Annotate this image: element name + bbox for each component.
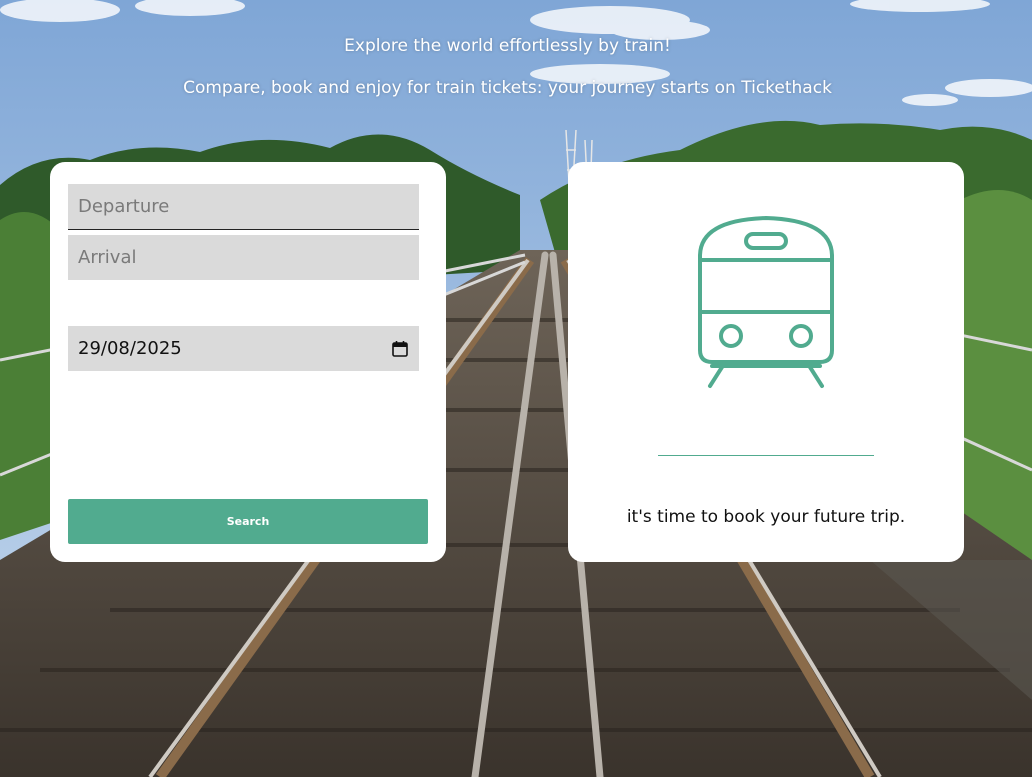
search-card: 29/08/2025 Search xyxy=(50,162,446,562)
calendar-icon[interactable] xyxy=(391,340,409,358)
date-value: 29/08/2025 xyxy=(78,338,182,359)
search-button[interactable]: Search xyxy=(68,499,428,544)
empty-state-message: it's time to book your future trip. xyxy=(626,507,906,527)
result-card: it's time to book your future trip. xyxy=(568,162,964,562)
arrival-input[interactable] xyxy=(68,235,419,280)
divider xyxy=(658,455,874,456)
departure-input[interactable] xyxy=(68,184,419,230)
page-title: Explore the world effortlessly by train! xyxy=(344,36,671,56)
page-subtitle: Compare, book and enjoy for train ticket… xyxy=(183,78,832,98)
date-input[interactable]: 29/08/2025 xyxy=(68,326,419,371)
train-icon xyxy=(698,216,834,388)
